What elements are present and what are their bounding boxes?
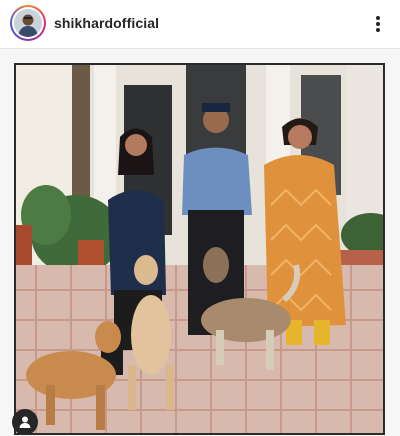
username-link[interactable]: shikhardofficial [54,15,159,31]
avatar-image [14,9,42,37]
photo-illustration [16,65,383,433]
more-vertical-icon [376,16,380,32]
user-tag-icon [19,416,31,428]
more-options-button[interactable] [366,12,390,36]
post-media[interactable] [0,49,400,436]
post-header: shikhardofficial [0,0,400,49]
story-ring[interactable] [10,5,46,41]
post-photo [14,63,385,435]
tagged-users-button[interactable] [12,409,38,435]
avatar[interactable] [14,9,42,37]
